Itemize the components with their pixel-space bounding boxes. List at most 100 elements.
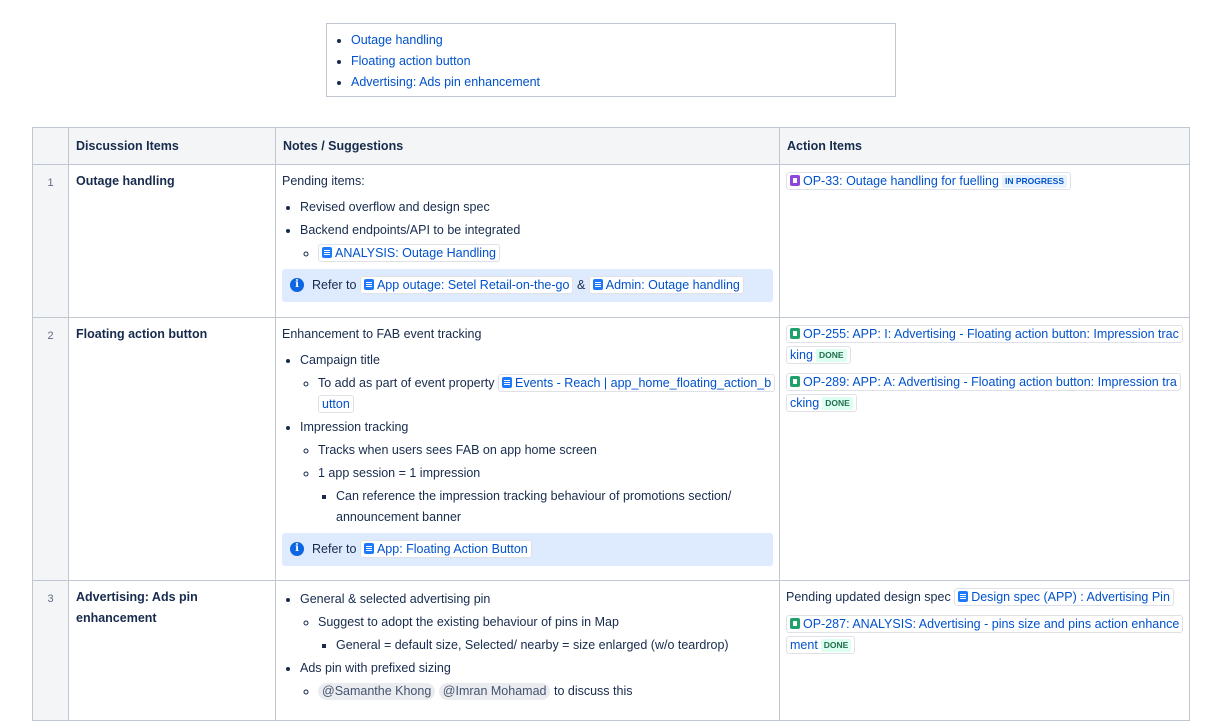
status-badge: DONE (820, 639, 852, 652)
issue-title: OP-255: APP: I: Advertising - Floating a… (790, 327, 1179, 362)
row-number: 3 (32, 580, 69, 721)
panel-refer-text: Refer to (312, 278, 357, 292)
epic-icon (790, 175, 800, 186)
sub-bullet-item: @Samanthe Khong @Imran Mohamad to discus… (318, 681, 773, 702)
action-item: OP-287: ANALYSIS: Advertising - pins siz… (786, 614, 1184, 656)
bullet-text: Suggest to adopt the existing behaviour … (318, 615, 619, 629)
info-panel: i Refer to App outage: Setel Retail-on-t… (282, 269, 773, 302)
story-icon (790, 328, 800, 339)
row-number: 1 (32, 164, 69, 318)
sub-sub-bullet-list: General = default size, Selected/ nearby… (318, 635, 773, 656)
status-badge: DONE (815, 349, 847, 362)
header-notes: Notes / Suggestions (275, 127, 780, 165)
sub-bullet-list: Tracks when users sees FAB on app home s… (300, 440, 773, 528)
jira-issue-op-255[interactable]: OP-255: APP: I: Advertising - Floating a… (786, 325, 1183, 364)
discussion-item: Advertising: Ads pin enhancement (68, 580, 276, 721)
notes-cell: General & selected advertising pin Sugge… (275, 580, 780, 721)
issue-title: OP-33: Outage handling for fuelling (803, 174, 999, 188)
user-mention-samanthe[interactable]: @Samanthe Khong (318, 683, 436, 700)
bullet-text: Backend endpoints/API to be integrated (300, 223, 521, 237)
jira-issue-op-287[interactable]: OP-287: ANALYSIS: Advertising - pins siz… (786, 615, 1184, 654)
panel-content: Refer to App outage: Setel Retail-on-the… (312, 275, 744, 296)
discussion-item: Floating action button (68, 317, 276, 581)
notes-intro: Enhancement to FAB event tracking (282, 327, 482, 341)
sub-bullet-item: To add as part of event property Events … (318, 373, 776, 415)
bullet-text: Campaign title (300, 353, 380, 367)
bullet-item: Ads pin with prefixed sizing @Samanthe K… (300, 658, 773, 702)
table-of-contents: Outage handling Floating action button A… (326, 23, 896, 97)
table-header-row: Discussion Items Notes / Suggestions Act… (32, 127, 1190, 165)
toc-link-outage-handling[interactable]: Outage handling (351, 33, 443, 47)
row-number: 2 (32, 317, 69, 581)
link-text: App outage: Setel Retail-on-the-go (376, 278, 570, 292)
link-text: Admin: Outage handling (605, 278, 740, 292)
action-item: OP-289: APP: A: Advertising - Floating a… (786, 372, 1183, 414)
status-badge: DONE (822, 397, 853, 410)
bullet-text: Can reference the impression tracking be… (336, 489, 732, 524)
bullet-text: to discuss this (553, 684, 633, 698)
bullet-item: Campaign title To add as part of event p… (300, 350, 776, 415)
info-icon: i (290, 542, 304, 556)
sub-sub-bullet-list: Can reference the impression tracking be… (318, 486, 773, 528)
action-items-cell: OP-255: APP: I: Advertising - Floating a… (779, 317, 1190, 581)
page-icon (501, 377, 512, 388)
bullet-text: General = default size, Selected/ nearby… (336, 638, 729, 652)
sub-bullet-list: @Samanthe Khong @Imran Mohamad to discus… (300, 681, 773, 702)
story-icon (790, 376, 800, 387)
bullet-text: Revised overflow and design spec (300, 200, 490, 214)
bullet-text: General & selected advertising pin (300, 592, 491, 606)
action-item: OP-33: Outage handling for fuelling IN PR… (786, 171, 1183, 192)
page-link-app-outage[interactable]: App outage: Setel Retail-on-the-go (359, 276, 574, 294)
panel-content: Refer to App: Floating Action Button (312, 539, 532, 560)
sub-bullet-list: Suggest to adopt the existing behaviour … (300, 612, 773, 656)
page-link-analysis-outage[interactable]: ANALYSIS: Outage Handling (318, 244, 500, 262)
sub-sub-bullet-item: Can reference the impression tracking be… (336, 486, 736, 528)
sub-bullet-item: 1 app session = 1 impression Can referen… (318, 463, 773, 528)
sub-bullet-list: To add as part of event property Events … (300, 373, 776, 415)
page-link-admin-outage[interactable]: Admin: Outage handling (588, 276, 744, 294)
sub-bullet-item: Suggest to adopt the existing behaviour … (318, 612, 773, 656)
notes-cell: Pending items: Revised overflow and desi… (275, 164, 780, 318)
action-items-cell: OP-33: Outage handling for fuelling IN PR… (779, 164, 1190, 318)
sub-bullet-item: ANALYSIS: Outage Handling (318, 243, 773, 264)
table-row: 2 Floating action button Enhancement to … (32, 317, 1190, 581)
page-icon (592, 279, 603, 290)
bullet-item: Revised overflow and design spec (300, 197, 773, 218)
sub-bullet-list: ANALYSIS: Outage Handling (300, 243, 773, 264)
header-action-items: Action Items (779, 127, 1190, 165)
action-item: OP-255: APP: I: Advertising - Floating a… (786, 324, 1183, 366)
link-text: App: Floating Action Button (376, 542, 528, 556)
table-row: 3 Advertising: Ads pin enhancement Gener… (32, 580, 1190, 721)
discussion-item: Outage handling (68, 164, 276, 318)
toc-link-ads-pin[interactable]: Advertising: Ads pin enhancement (351, 75, 540, 89)
page-link-app-fab[interactable]: App: Floating Action Button (359, 540, 532, 558)
action-item: Pending updated design spec Design spec … (786, 587, 1183, 608)
user-mention-imran[interactable]: @Imran Mohamad (438, 683, 551, 700)
bullet-list: General & selected advertising pin Sugge… (282, 589, 773, 702)
toc-link-floating-action-button[interactable]: Floating action button (351, 54, 471, 68)
bullet-list: Campaign title To add as part of event p… (282, 350, 776, 528)
jira-issue-op-289[interactable]: OP-289: APP: A: Advertising - Floating a… (786, 373, 1181, 412)
bullet-text: Impression tracking (300, 420, 409, 434)
link-text: ANALYSIS: Outage Handling (335, 246, 496, 260)
bullet-list: Revised overflow and design spec Backend… (282, 197, 773, 264)
jira-issue-op-33[interactable]: OP-33: Outage handling for fuelling IN PR… (786, 172, 1072, 190)
bullet-text: To add as part of event property (318, 376, 495, 390)
bullet-text: Tracks when users sees FAB on app home s… (318, 443, 597, 457)
bullet-text: 1 app session = 1 impression (318, 466, 481, 480)
toc-list: Outage handling Floating action button A… (327, 30, 895, 93)
page-link-design-spec[interactable]: Design spec (APP) : Advertising Pin (954, 588, 1174, 606)
pending-text: Pending updated design spec (786, 590, 951, 604)
table-row: 1 Outage handling Pending items: Revised… (32, 164, 1190, 318)
sub-bullet-item: Tracks when users sees FAB on app home s… (318, 440, 773, 461)
toc-item: Outage handling (351, 30, 895, 51)
info-icon: i (290, 278, 304, 292)
bullet-item: Impression tracking Tracks when users se… (300, 417, 773, 528)
status-badge: IN PROGRESS (1001, 175, 1068, 188)
meeting-table: Discussion Items Notes / Suggestions Act… (32, 127, 1190, 721)
info-panel: i Refer to App: Floating Action Button (282, 533, 773, 566)
page-icon (363, 543, 374, 554)
notes-intro: Pending items: (282, 174, 365, 188)
page-icon (322, 247, 332, 258)
header-discussion-items: Discussion Items (68, 127, 276, 165)
